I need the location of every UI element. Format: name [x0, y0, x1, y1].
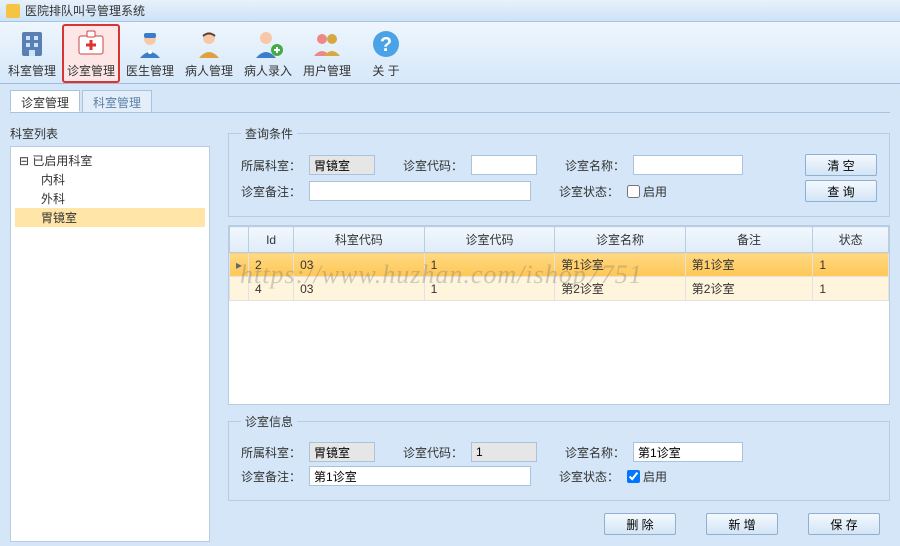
room-icon	[75, 28, 107, 60]
delete-button[interactable]: 删 除	[604, 513, 676, 535]
query-enable-checkbox[interactable]: 启用	[627, 183, 667, 200]
building-icon	[16, 28, 48, 60]
dept-list-panel: 科室列表 已启用科室 内科 外科 胃镜室	[10, 125, 210, 542]
lbl-info-state: 诊室状态：	[559, 468, 619, 485]
lbl-query-dept: 所属科室：	[241, 157, 301, 174]
query-legend: 查询条件	[241, 125, 297, 142]
result-grid[interactable]: Id 科室代码 诊室代码 诊室名称 备注 状态 ▸ 2 03 1 第1	[228, 225, 890, 405]
query-code-input[interactable]	[471, 155, 537, 175]
about-button[interactable]: ? 关 于	[357, 24, 415, 83]
patient-mgmt-button[interactable]: 病人管理	[180, 24, 238, 83]
action-row: 删 除 新 增 保 存	[228, 509, 890, 535]
lbl-info-name: 诊室名称：	[565, 444, 625, 461]
tree-item-selected[interactable]: 胃镜室	[15, 208, 205, 227]
info-dept-input	[309, 442, 375, 462]
doctor-icon	[134, 28, 166, 60]
lbl-info-remark: 诊室备注：	[241, 468, 301, 485]
lbl-query-code: 诊室代码：	[403, 157, 463, 174]
info-remark-input[interactable]	[309, 466, 531, 486]
tree-item[interactable]: 外科	[15, 189, 205, 208]
content-area: 诊室管理 科室管理 科室列表 已启用科室 内科 外科 胃镜室 查询条件 所属科室…	[0, 84, 900, 546]
info-name-input[interactable]	[633, 442, 743, 462]
right-panel: 查询条件 所属科室： 诊室代码： 诊室名称： 清 空 诊室备注： 诊室状态： 启…	[228, 125, 890, 542]
dept-tree[interactable]: 已启用科室 内科 外科 胃镜室	[10, 146, 210, 542]
lbl-info-dept: 所属科室：	[241, 444, 301, 461]
row-indicator-icon: ▸	[230, 253, 249, 277]
patient-icon	[193, 28, 225, 60]
query-fieldset: 查询条件 所属科室： 诊室代码： 诊室名称： 清 空 诊室备注： 诊室状态： 启…	[228, 125, 890, 217]
patient-entry-button[interactable]: 病人录入	[239, 24, 297, 83]
search-button[interactable]: 查 询	[805, 180, 877, 202]
query-remark-input[interactable]	[309, 181, 531, 201]
dept-mgmt-button[interactable]: 科室管理	[3, 24, 61, 83]
info-code-input	[471, 442, 537, 462]
help-icon: ?	[370, 28, 402, 60]
svg-text:?: ?	[380, 34, 392, 56]
toolbar: 科室管理 诊室管理 医生管理 病人管理 病人录入 用户管理 ? 关 于	[0, 22, 900, 84]
tree-item[interactable]: 内科	[15, 170, 205, 189]
add-button[interactable]: 新 增	[706, 513, 778, 535]
info-enable-checkbox[interactable]: 启用	[627, 468, 667, 485]
query-name-input[interactable]	[633, 155, 743, 175]
workspace: 科室列表 已启用科室 内科 外科 胃镜室 查询条件 所属科室： 诊室代码： 诊室…	[10, 112, 890, 542]
save-button[interactable]: 保 存	[808, 513, 880, 535]
tree-root[interactable]: 已启用科室	[15, 151, 205, 170]
grid-header-row: Id 科室代码 诊室代码 诊室名称 备注 状态	[230, 227, 889, 253]
info-legend: 诊室信息	[241, 413, 297, 430]
lbl-info-code: 诊室代码：	[403, 444, 463, 461]
patient-add-icon	[252, 28, 284, 60]
dept-list-title: 科室列表	[10, 125, 210, 142]
tab-room-mgmt[interactable]: 诊室管理	[10, 90, 80, 112]
query-dept-input	[309, 155, 375, 175]
grid-row-selected[interactable]: ▸ 2 03 1 第1诊室 第1诊室 1	[230, 253, 889, 277]
doctor-mgmt-button[interactable]: 医生管理	[121, 24, 179, 83]
info-fieldset: 诊室信息 所属科室： 诊室代码： 诊室名称： 诊室备注： 诊室状态： 启用	[228, 413, 890, 501]
lbl-query-state: 诊室状态：	[559, 183, 619, 200]
tab-dept-mgmt[interactable]: 科室管理	[82, 90, 152, 112]
lbl-query-remark: 诊室备注：	[241, 183, 301, 200]
room-mgmt-button[interactable]: 诊室管理	[62, 24, 120, 83]
lbl-query-name: 诊室名称：	[565, 157, 625, 174]
app-title: 医院排队叫号管理系统	[25, 2, 145, 19]
users-icon	[311, 28, 343, 60]
app-icon	[6, 4, 20, 18]
tabs: 诊室管理 科室管理	[10, 90, 890, 112]
titlebar: 医院排队叫号管理系统	[0, 0, 900, 22]
clear-button[interactable]: 清 空	[805, 154, 877, 176]
grid-row[interactable]: 4 03 1 第2诊室 第2诊室 1	[230, 277, 889, 301]
user-mgmt-button[interactable]: 用户管理	[298, 24, 356, 83]
